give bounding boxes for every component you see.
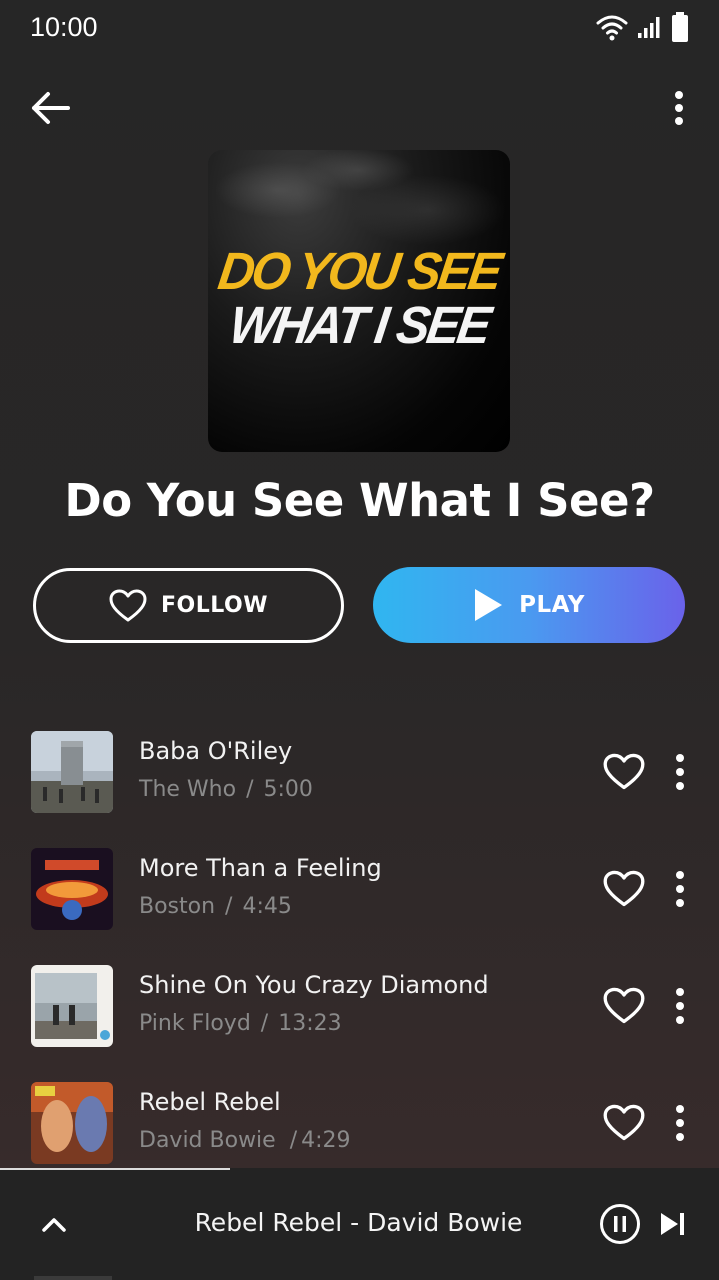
skip-next-button[interactable] <box>656 1206 690 1242</box>
track-subtitle: The Who / 5:00 <box>139 777 313 802</box>
follow-button[interactable]: FOLLOW <box>33 568 344 643</box>
back-button[interactable] <box>28 88 72 128</box>
track-more-button[interactable] <box>664 1099 696 1147</box>
playback-progress-bar <box>0 1168 231 1170</box>
track-duration: 5:00 <box>263 777 313 802</box>
track-subtitle: Pink Floyd / 13:23 <box>139 1011 342 1036</box>
track-more-button[interactable] <box>664 865 696 913</box>
pause-button[interactable] <box>599 1203 641 1245</box>
cover-text-line1: DO YOU SEE <box>214 241 504 301</box>
play-label: PLAY <box>519 592 585 618</box>
heart-outline-icon <box>109 589 147 621</box>
track-like-button[interactable] <box>602 1101 646 1145</box>
status-bar: 10:00 <box>0 0 719 54</box>
track-separator: / <box>289 1128 298 1153</box>
track-row[interactable]: Rebel Rebel David Bowie /4:29 <box>0 1082 719 1164</box>
more-vert-icon <box>676 1105 684 1141</box>
track-artist: Pink Floyd <box>139 1011 251 1036</box>
play-icon <box>475 589 503 621</box>
track-more-button[interactable] <box>664 748 696 796</box>
play-button[interactable]: PLAY <box>373 567 685 643</box>
track-row[interactable]: Shine On You Crazy Diamond Pink Floyd / 13… <box>0 965 719 1047</box>
track-artist: Boston <box>139 894 216 919</box>
track-more-button[interactable] <box>664 982 696 1030</box>
track-title: Shine On You Crazy Diamond <box>139 971 489 999</box>
skip-next-icon <box>661 1213 684 1235</box>
status-time: 10:00 <box>30 11 98 42</box>
track-album-art <box>31 848 113 930</box>
track-album-art <box>31 731 113 813</box>
wifi-icon <box>596 15 628 41</box>
track-subtitle: Boston / 4:45 <box>139 894 292 919</box>
track-row[interactable]: Baba O'Riley The Who / 5:00 <box>0 731 719 813</box>
playlist-title: Do You See What I See? <box>64 474 655 527</box>
mini-player[interactable]: Rebel Rebel - David Bowie <box>0 1168 719 1280</box>
track-album-art <box>31 965 113 1047</box>
track-row[interactable]: More Than a Feeling Boston / 4:45 <box>0 848 719 930</box>
track-like-button[interactable] <box>602 750 646 794</box>
status-icons <box>595 12 689 42</box>
back-arrow-icon <box>32 92 70 124</box>
follow-label: FOLLOW <box>161 593 268 618</box>
signal-icon <box>638 17 660 38</box>
top-app-bar <box>0 80 719 136</box>
overflow-menu-button[interactable] <box>661 84 697 132</box>
track-title: Rebel Rebel <box>139 1088 281 1116</box>
track-artist: The Who <box>139 777 237 802</box>
heart-outline-icon <box>603 870 645 907</box>
track-separator: / <box>225 894 233 919</box>
track-title: More Than a Feeling <box>139 854 382 882</box>
track-duration: 13:23 <box>278 1011 342 1036</box>
heart-outline-icon <box>603 753 645 790</box>
track-duration: 4:29 <box>301 1128 351 1153</box>
playlist-cover-art: DO YOU SEE WHAT I SEE <box>208 150 510 452</box>
bottom-edge-strip <box>34 1276 112 1280</box>
battery-icon <box>672 12 688 42</box>
heart-outline-icon <box>603 1104 645 1141</box>
more-vert-icon <box>675 91 683 125</box>
track-separator: / <box>246 777 254 802</box>
track-title: Baba O'Riley <box>139 737 293 765</box>
heart-outline-icon <box>603 987 645 1024</box>
track-duration: 4:45 <box>242 894 292 919</box>
track-subtitle: David Bowie /4:29 <box>139 1128 351 1153</box>
cover-text-line2: WHAT I SEE <box>225 295 493 355</box>
track-album-art <box>31 1082 113 1164</box>
more-vert-icon <box>676 988 684 1024</box>
track-separator: / <box>260 1011 269 1036</box>
more-vert-icon <box>676 754 684 790</box>
track-like-button[interactable] <box>602 984 646 1028</box>
more-vert-icon <box>676 871 684 907</box>
track-artist: David Bowie <box>139 1128 276 1153</box>
pause-icon <box>600 1204 640 1244</box>
track-like-button[interactable] <box>602 867 646 911</box>
